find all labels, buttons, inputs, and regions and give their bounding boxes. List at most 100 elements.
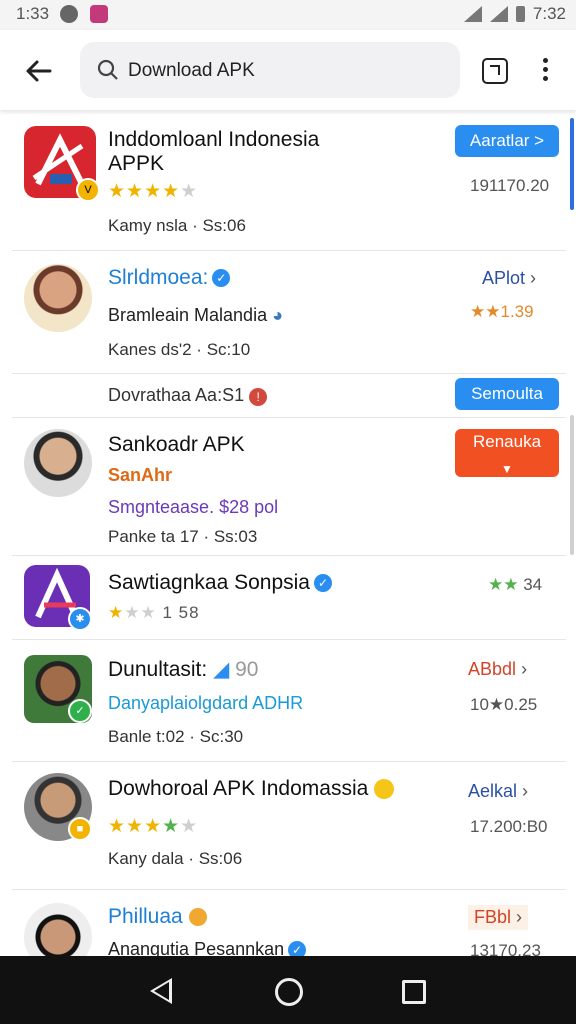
list-item[interactable]: ■ Dowhoroal APK Indomassia ★★★★★ Kany da… bbox=[12, 761, 566, 890]
search-bar[interactable]: Download APK bbox=[80, 42, 460, 98]
status-icons: 7:32 bbox=[463, 4, 566, 24]
item-number: 17.200:B0 bbox=[470, 817, 548, 836]
verified-icon: ✓ bbox=[288, 941, 307, 956]
notification-icon bbox=[60, 5, 78, 23]
item-meta: Kamy nsla · Ss:06 bbox=[108, 216, 246, 235]
item-title: Dowhoroal APK Indomassia bbox=[108, 777, 395, 801]
item-link-text: FBbl bbox=[474, 907, 512, 927]
item-right-rating: ★★ 34 bbox=[488, 575, 542, 595]
item-link-text: Aelkal bbox=[468, 781, 518, 801]
item-title: Slrldmoea: ✓ bbox=[108, 266, 231, 290]
item-number: 13170.23 bbox=[470, 941, 541, 956]
results-list: V Inddomloanl Indonesia APPK ★★★★★ Kamy … bbox=[0, 110, 576, 956]
action-button[interactable]: Aaratlar > bbox=[455, 125, 559, 157]
signal-icon bbox=[489, 6, 508, 22]
chevron-right-icon: › bbox=[522, 781, 529, 801]
verified-icon: ✓ bbox=[313, 574, 332, 593]
scrollbar-track[interactable] bbox=[570, 415, 574, 555]
item-link[interactable]: ABbdl › bbox=[468, 659, 527, 680]
wifi-icon bbox=[463, 6, 482, 22]
item-tag: SanAhr bbox=[108, 465, 173, 485]
item-rating: ★★1.39 bbox=[470, 302, 534, 322]
item-meta: Kanes ds'2 · Sc:10 bbox=[108, 340, 251, 359]
item-number: 191170.20 bbox=[470, 176, 550, 195]
chevron-down-icon: ▼ bbox=[501, 462, 513, 476]
item-link-text: APlot bbox=[482, 268, 526, 288]
chevron-right-icon: › bbox=[530, 268, 537, 288]
item-title: Inddomloanl Indonesia bbox=[108, 128, 320, 151]
action-button-label: Renauka bbox=[472, 432, 542, 451]
globe-icon: ◕ bbox=[272, 305, 283, 325]
item-rating-text: 1.39 bbox=[500, 302, 534, 321]
action-button[interactable]: Semoulta bbox=[455, 378, 559, 410]
nav-back-icon[interactable] bbox=[150, 978, 172, 1004]
item-title-text: Philluaa bbox=[108, 905, 183, 928]
search-input[interactable]: Download APK bbox=[128, 60, 255, 82]
item-meta: Panke ta 17 · Ss:03 bbox=[108, 527, 258, 546]
item-subtitle: Danyaplaiolgdard ADHR bbox=[108, 693, 304, 713]
verified-badge-icon: V bbox=[76, 178, 100, 202]
item-title: Philluaa bbox=[108, 905, 207, 929]
status-right-text: 7:32 bbox=[532, 4, 566, 23]
item-link[interactable]: APlot › bbox=[482, 268, 536, 289]
nav-recents-icon[interactable] bbox=[402, 980, 426, 1004]
item-link-text: ABbdl bbox=[468, 659, 517, 679]
status-bar: 1:33 7:32 bbox=[0, 0, 576, 30]
item-title: Dunultasit: ◢ 90 bbox=[108, 657, 258, 682]
item-title-text: Dowhoroal APK Indomassia bbox=[108, 777, 369, 800]
list-item[interactable]: Sankoadr APK SanAhr Smgnteaase. $28 pol … bbox=[12, 417, 566, 556]
app-logo: ✱ bbox=[24, 565, 92, 631]
list-item[interactable]: Slrldmoea: ✓ Bramleain Malandia ◕ Kanes d… bbox=[12, 250, 566, 374]
item-right-rating-text: 34 bbox=[523, 575, 543, 594]
item-link[interactable]: FBbl › bbox=[468, 905, 529, 930]
item-title-suffix: 90 bbox=[235, 658, 259, 681]
item-title-text: Dunultasit: bbox=[108, 658, 208, 681]
badge-icon: ✱ bbox=[68, 607, 92, 631]
item-link[interactable]: Aelkal › bbox=[468, 781, 528, 802]
nav-home-icon[interactable] bbox=[275, 978, 303, 1006]
emoji-icon bbox=[374, 779, 395, 800]
search-icon bbox=[97, 59, 118, 80]
back-arrow-icon[interactable] bbox=[22, 54, 56, 88]
avatar: ■ bbox=[24, 773, 92, 841]
chevron-right-icon: › bbox=[516, 907, 523, 927]
item-meta: Kany dala · Ss:06 bbox=[108, 849, 243, 868]
scrollbar-thumb[interactable] bbox=[570, 118, 574, 210]
item-text-value: Dovrathaa Aa:S1 bbox=[108, 385, 245, 405]
signal-bars-icon: ◢ bbox=[213, 658, 230, 681]
emoji-icon bbox=[188, 908, 207, 927]
rating-stars: ★★★★★ bbox=[108, 816, 199, 837]
item-subtitle: Bramleain Malandia ◕ bbox=[108, 305, 283, 326]
item-number: 10★0.25 bbox=[470, 695, 538, 714]
rating-stars: ★★★ 1 58 bbox=[108, 603, 200, 622]
rating-stars: ★★ bbox=[488, 575, 519, 594]
avatar bbox=[24, 429, 92, 497]
list-item[interactable]: V Inddomloanl Indonesia APPK ★★★★★ Kamy … bbox=[12, 110, 566, 251]
more-options-icon[interactable] bbox=[538, 56, 552, 86]
item-title-line2: APPK bbox=[108, 152, 165, 175]
item-subtitle: Anangutia Pesannkan ✓ bbox=[108, 939, 307, 956]
item-meta: Banle t:02 · Sc:30 bbox=[108, 727, 244, 746]
list-item[interactable]: ✓ Dunultasit: ◢ 90 Danyaplaiolgdard ADHR… bbox=[12, 639, 566, 762]
navigation-bar bbox=[0, 956, 576, 1024]
item-text: Dovrathaa Aa:S1 ! bbox=[108, 385, 268, 406]
item-subtitle-text: Anangutia Pesannkan bbox=[108, 939, 285, 956]
action-button[interactable]: Renauka ▼ bbox=[455, 429, 559, 477]
list-item[interactable]: Philluaa Anangutia Pesannkan ✓ FBbl › 131… bbox=[12, 889, 566, 956]
app-bar: Download APK bbox=[0, 30, 576, 110]
item-title: Sankoadr APK bbox=[108, 433, 245, 456]
item-title-text: Slrldmoea: bbox=[108, 266, 209, 289]
item-subtitle-text: Bramleain Malandia bbox=[108, 305, 268, 325]
item-title: Sawtiagnkaa Sonpsia ✓ bbox=[108, 571, 332, 595]
list-item[interactable]: Dovrathaa Aa:S1 ! Semoulta bbox=[12, 373, 566, 418]
alert-icon: ! bbox=[249, 388, 268, 406]
avatar: ✓ bbox=[24, 655, 92, 723]
item-rating: 1 58 bbox=[162, 603, 200, 622]
verified-icon: ✓ bbox=[212, 269, 231, 288]
rating-stars: ★★ bbox=[470, 302, 501, 321]
open-in-icon[interactable] bbox=[482, 58, 508, 84]
badge-icon: ✓ bbox=[68, 699, 92, 723]
item-subtitle: Smgnteaase. $28 pol bbox=[108, 497, 279, 517]
list-item[interactable]: ✱ Sawtiagnkaa Sonpsia ✓ ★★★ 1 58 ★★ 34 bbox=[12, 555, 566, 640]
item-title-text: Sawtiagnkaa Sonpsia bbox=[108, 571, 310, 594]
